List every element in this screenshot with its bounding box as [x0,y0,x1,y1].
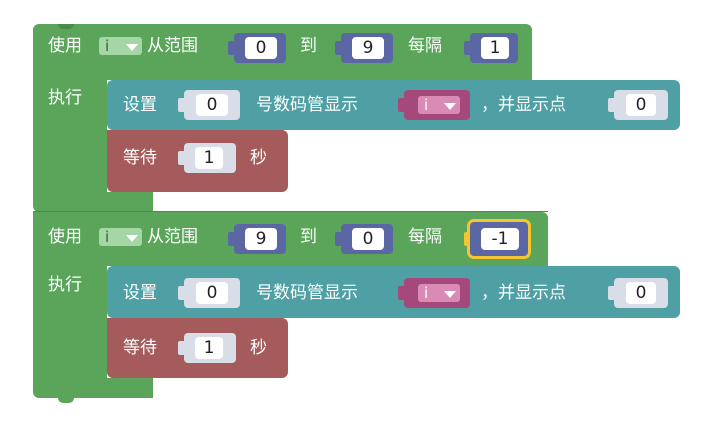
loop-2-from-block[interactable]: 9 [228,224,286,254]
puzzle-tab [464,41,470,55]
loop-2-display-var-block[interactable]: i [398,278,470,308]
loop-1-variable-dropdown[interactable]: i [99,37,142,55]
loop-1-display-var-block[interactable]: i [398,90,470,120]
loop-1-wait-value-block[interactable]: 1 [178,143,236,173]
loop-2-wait-value[interactable]: 1 [195,337,223,359]
loop-2-set-label: 设置 [123,283,157,303]
puzzle-tab [178,98,184,112]
loop-2-display-var-dropdown[interactable]: i [418,284,460,302]
loop-2-to-block[interactable]: 0 [335,224,393,254]
loop-1-footer [107,192,153,212]
puzzle-tab [398,98,404,112]
puzzle-tab [228,232,234,246]
loop-2-digit-index-block[interactable]: 0 [178,278,240,308]
loop-2-do-label: 执行 [48,275,82,295]
loop-2-dot-label: ，并显示点 [481,283,566,303]
loop-1-wait-label: 等待 [123,148,157,168]
loop-2-footer [107,378,153,398]
loop-2-divider [33,211,548,212]
loop-1-use-label: 使用 [48,36,82,56]
loop-2-display-var-caret [444,291,456,298]
puzzle-tab [608,98,614,112]
puzzle-tab [608,286,614,300]
loop-2-variable-name: i [105,228,110,246]
loop-1-variable-name: i [105,37,110,55]
loop-2-wait-block[interactable]: 等待 1 秒 [107,318,288,378]
loop-2-step-block[interactable]: -1 [464,219,531,259]
loop-2-step-label: 每隔 [408,227,442,247]
puzzle-tab [178,151,184,165]
loop-1-display-var-dropdown[interactable]: i [418,96,460,114]
loop-1-step-block[interactable]: 1 [464,33,518,63]
loop-1-sec-label: 秒 [250,148,267,168]
loop-1-from-block[interactable]: 0 [228,33,286,63]
loop-1-body-band [107,68,532,80]
loop-2-to-value[interactable]: 0 [352,228,384,250]
puzzle-tab [464,232,470,246]
loop-2-set-display-block[interactable]: 设置 0 号数码管显示 i ，并显示点 0 [107,266,680,318]
puzzle-tab [228,41,234,55]
loop-1-wait-block[interactable]: 等待 1 秒 [107,130,288,192]
loop-2-step-value[interactable]: -1 [481,228,519,250]
puzzle-tab [335,41,341,55]
puzzle-tab [178,286,184,300]
loop-2-display-var-name: i [424,284,429,302]
loop-1-do-label: 执行 [48,88,82,108]
loop-1-from-label: 从范围 [147,36,198,56]
loop-2-wait-label: 等待 [123,338,157,358]
loop-1-dot-value[interactable]: 0 [626,94,656,116]
puzzle-tab [335,232,341,246]
loop-2-bottom-notch [58,398,74,403]
loop-2-variable-caret [126,235,138,242]
loop-1-to-value[interactable]: 9 [352,37,384,59]
loop-1-set-label: 设置 [123,95,157,115]
loop-1-from-value[interactable]: 0 [245,37,277,59]
loop-1-to-label: 到 [300,36,317,56]
loop-2-body-band [107,256,548,266]
loop-2-from-label: 从范围 [147,227,198,247]
loop-1-digit-index-value[interactable]: 0 [196,94,228,116]
puzzle-tab [178,341,184,355]
loop-1-display-label: 号数码管显示 [256,95,358,115]
loop-2-wait-value-block[interactable]: 1 [178,333,236,363]
loop-1-digit-index-block[interactable]: 0 [178,90,240,120]
loop-1-variable-caret [126,44,138,51]
loop-2-dot-value[interactable]: 0 [626,282,656,304]
loop-2-display-label: 号数码管显示 [256,283,358,303]
loop-2-variable-dropdown[interactable]: i [99,228,142,246]
loop-1-display-var-name: i [424,96,429,114]
loop-1-notch [58,24,74,29]
loop-1-wait-value[interactable]: 1 [195,147,223,169]
loop-1-dot-label: ，并显示点 [481,95,566,115]
loop-1-step-label: 每隔 [408,36,442,56]
loop-2-dot-block[interactable]: 0 [608,278,668,308]
loop-2-use-label: 使用 [48,227,82,247]
loop-2-digit-index-value[interactable]: 0 [196,282,228,304]
loop-2-sec-label: 秒 [250,338,267,358]
loop-1-step-value[interactable]: 1 [481,37,509,59]
puzzle-tab [398,286,404,300]
loop-1-display-var-caret [444,103,456,110]
loop-1-to-block[interactable]: 9 [335,33,393,63]
loop-2-to-label: 到 [300,227,317,247]
loop-1-set-display-block[interactable]: 设置 0 号数码管显示 i ，并显示点 0 [107,80,680,130]
loop-1-dot-block[interactable]: 0 [608,90,668,120]
loop-2-from-value[interactable]: 9 [245,228,277,250]
